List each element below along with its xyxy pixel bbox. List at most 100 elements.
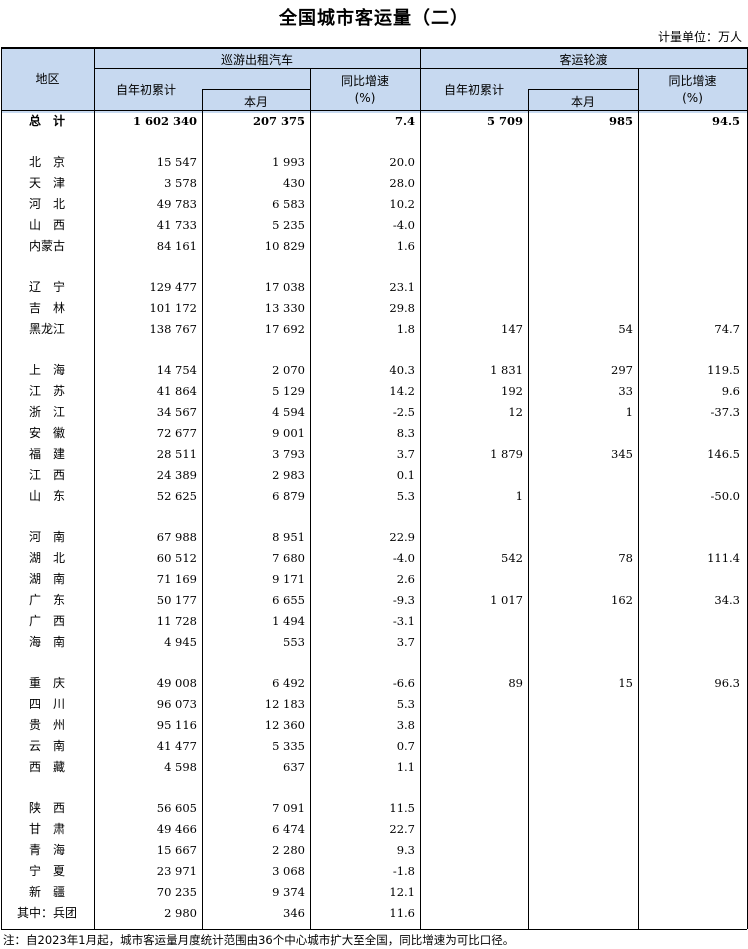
region-name: 云 南 <box>28 739 65 753</box>
cell-ferry-yoy: 119.5 <box>707 363 740 377</box>
region-name: 福 建 <box>28 447 65 461</box>
header-ferry-pct: (%) <box>682 91 703 105</box>
cell-taxi-yoy: 22.9 <box>389 530 415 544</box>
cell-taxi-yoy: 0.1 <box>396 468 415 482</box>
cell-taxi-yoy: 11.5 <box>389 801 415 815</box>
cell-taxi-ytd: 4 945 <box>164 635 197 649</box>
cell-taxi-month: 2 280 <box>272 843 305 857</box>
cell-taxi-month: 5 235 <box>272 218 305 232</box>
cell-ferry-month: 297 <box>611 363 633 377</box>
region-name: 江 苏 <box>28 384 65 398</box>
cell-taxi-month: 6 492 <box>272 676 305 690</box>
cell-ferry-ytd: 542 <box>501 551 523 565</box>
cell-taxi-yoy: 11.6 <box>389 906 415 920</box>
cell-taxi-yoy: 0.7 <box>396 739 415 753</box>
cell-ferry-month: 78 <box>618 551 633 565</box>
cell-taxi-ytd: 96 073 <box>156 697 197 711</box>
cell-ferry-month: 345 <box>611 447 633 461</box>
cell-taxi-ytd: 60 512 <box>156 551 197 565</box>
header-ferry-ytd: 自年初累计 <box>443 83 504 97</box>
table-bottom-line <box>1 929 747 930</box>
cell-taxi-yoy: 14.2 <box>389 384 415 398</box>
cell-taxi-month: 637 <box>283 760 305 774</box>
cell-ferry-ytd: 89 <box>508 676 523 690</box>
unit-label: 计量单位：万人 <box>657 30 742 44</box>
cell-taxi-month: 430 <box>283 176 305 190</box>
cell-taxi-ytd: 50 177 <box>156 593 197 607</box>
cell-taxi-month: 2 070 <box>272 363 305 377</box>
cell-taxi-month: 6 474 <box>272 822 305 836</box>
column-line <box>310 68 311 929</box>
cell-ferry-ytd: 1 879 <box>490 447 523 461</box>
cell-taxi-month: 17 692 <box>264 322 305 336</box>
header-bottom-line <box>1 110 747 111</box>
cell-taxi-yoy: -9.3 <box>392 593 415 607</box>
cell-taxi-ytd: 41 864 <box>156 384 197 398</box>
region-name: 海 南 <box>28 635 65 649</box>
cell-taxi-ytd: 41 733 <box>156 218 197 232</box>
cell-ferry-yoy: 74.7 <box>714 322 740 336</box>
cell-taxi-month: 12 183 <box>264 697 305 711</box>
cell-ferry-ytd: 1 <box>515 489 523 503</box>
cell-taxi-yoy: 7.4 <box>394 114 415 128</box>
region-name: 青 海 <box>28 843 65 857</box>
cell-taxi-yoy: 29.8 <box>389 301 415 315</box>
page-title: 全国城市客运量（二） <box>279 8 469 29</box>
cell-taxi-yoy: 40.3 <box>389 363 415 377</box>
region-name: 江 西 <box>28 468 65 482</box>
cell-ferry-month: 15 <box>618 676 633 690</box>
cell-ferry-yoy: 9.6 <box>721 384 740 398</box>
cell-ferry-month: 33 <box>618 384 633 398</box>
column-line <box>528 89 529 929</box>
cell-ferry-month: 162 <box>611 593 633 607</box>
cell-taxi-ytd: 49 466 <box>156 822 197 836</box>
cell-ferry-yoy: -37.3 <box>710 405 741 419</box>
cell-taxi-yoy: 28.0 <box>389 176 415 190</box>
cell-taxi-month: 3 793 <box>272 447 305 461</box>
cell-taxi-yoy: 1.6 <box>396 239 415 253</box>
cell-taxi-yoy: 8.3 <box>396 426 415 440</box>
cell-taxi-ytd: 4 598 <box>164 760 197 774</box>
region-name: 宁 夏 <box>28 864 65 878</box>
region-name: 辽 宁 <box>28 280 65 294</box>
cell-taxi-ytd: 101 172 <box>149 301 197 315</box>
cell-taxi-ytd: 70 235 <box>156 885 197 899</box>
cell-taxi-ytd: 11 728 <box>156 614 197 628</box>
header-taxi-ytd: 自年初累计 <box>116 83 177 97</box>
cell-taxi-month: 12 360 <box>264 718 305 732</box>
column-line <box>638 68 639 929</box>
cell-ferry-yoy: -50.0 <box>710 489 741 503</box>
cell-taxi-yoy: -1.8 <box>392 864 415 878</box>
cell-taxi-month: 10 829 <box>264 239 305 253</box>
cell-taxi-yoy: 3.8 <box>396 718 415 732</box>
cell-taxi-ytd: 3 578 <box>164 176 197 190</box>
cell-taxi-yoy: 5.3 <box>396 489 415 503</box>
cell-taxi-yoy: 5.3 <box>396 697 415 711</box>
region-name: 新 疆 <box>28 885 65 899</box>
header-ferry-month: 本月 <box>570 95 595 109</box>
region-name: 安 徽 <box>28 426 65 440</box>
region-name: 陕 西 <box>28 801 65 815</box>
footnote: 注：自2023年1月起，城市客运量月度统计范围由36个中心城市扩大至全国，同比增… <box>3 933 515 947</box>
cell-taxi-ytd: 129 477 <box>149 280 197 294</box>
header-taxi-pct: (%) <box>354 91 376 105</box>
cell-taxi-yoy: 1.8 <box>396 322 415 336</box>
column-line <box>420 47 421 929</box>
cell-taxi-ytd: 95 116 <box>156 718 197 732</box>
region-name: 其中：兵团 <box>16 906 77 920</box>
cell-taxi-yoy: -4.0 <box>392 551 415 565</box>
cell-taxi-yoy: -3.1 <box>392 614 415 628</box>
cell-taxi-yoy: 3.7 <box>396 635 415 649</box>
cell-taxi-month: 8 951 <box>272 530 305 544</box>
cell-taxi-ytd: 2 980 <box>164 906 197 920</box>
region-name: 吉 林 <box>28 301 65 315</box>
cell-taxi-yoy: 12.1 <box>389 885 415 899</box>
cell-taxi-ytd: 52 625 <box>156 489 197 503</box>
cell-taxi-ytd: 14 754 <box>156 363 197 377</box>
cell-taxi-yoy: -6.6 <box>392 676 415 690</box>
cell-taxi-yoy: -4.0 <box>392 218 415 232</box>
region-name: 上 海 <box>28 363 65 377</box>
cell-taxi-ytd: 138 767 <box>149 322 197 336</box>
cell-ferry-yoy: 34.3 <box>714 593 740 607</box>
cell-taxi-yoy: 2.6 <box>396 572 415 586</box>
